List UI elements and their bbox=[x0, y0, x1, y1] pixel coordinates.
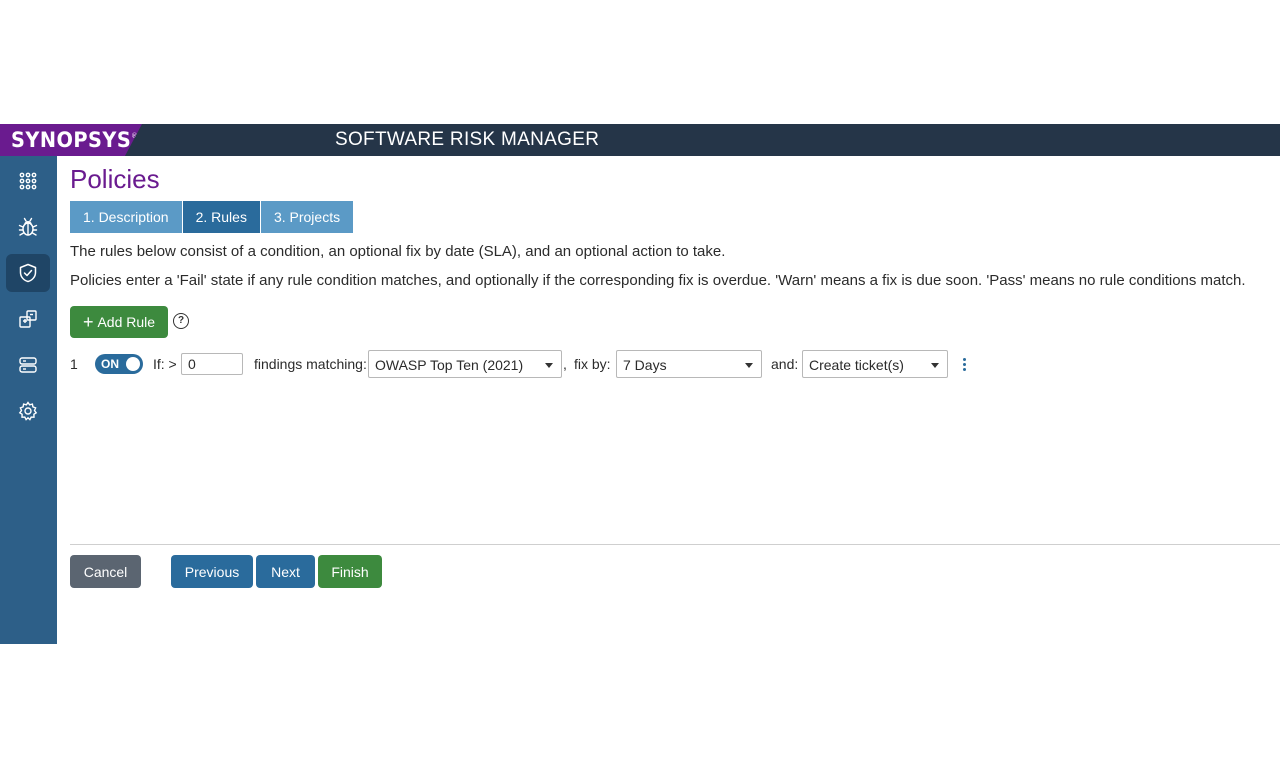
tab-rules[interactable]: 2. Rules bbox=[182, 201, 261, 233]
fixby-label: fix by: bbox=[574, 356, 611, 372]
sidebar-item-policies[interactable] bbox=[6, 254, 50, 292]
fixby-select[interactable]: 7 Days bbox=[616, 350, 762, 378]
page-title: Policies bbox=[70, 164, 160, 194]
rule-row: 1 ON If: > 0 findings matching: OWASP To… bbox=[70, 350, 1270, 378]
if-label: If: > bbox=[153, 356, 177, 372]
findings-label: findings matching: bbox=[254, 356, 367, 372]
rules-description: The rules below consist of a condition, … bbox=[70, 243, 726, 260]
action-select[interactable]: Create ticket(s) bbox=[802, 350, 948, 378]
add-rule-label: Add Rule bbox=[97, 314, 156, 330]
tab-projects[interactable]: 3. Projects bbox=[260, 201, 354, 233]
main-content: Policies 1. Description 2. Rules 3. Proj… bbox=[57, 156, 1280, 644]
help-icon[interactable]: ? bbox=[173, 313, 189, 329]
app-window: SYNOPSYS® SOFTWARE RISK MANAGER Policies… bbox=[0, 124, 1280, 644]
shield-check-icon bbox=[19, 263, 37, 283]
sidebar-item-settings[interactable] bbox=[6, 392, 50, 430]
dashboard-grid-icon bbox=[19, 172, 37, 190]
comma-separator: , bbox=[563, 356, 567, 372]
kebab-dot bbox=[963, 363, 966, 366]
servers-icon bbox=[19, 357, 37, 373]
rule-number: 1 bbox=[70, 356, 78, 372]
caret-down-icon bbox=[745, 363, 753, 368]
policy-state-description: Policies enter a 'Fail' state if any rul… bbox=[70, 272, 1246, 289]
gear-icon bbox=[18, 401, 38, 421]
finish-button[interactable]: Finish bbox=[318, 555, 382, 588]
kebab-dot bbox=[963, 358, 966, 361]
cancel-button[interactable]: Cancel bbox=[70, 555, 141, 588]
caret-down-icon bbox=[931, 363, 939, 368]
sidebar-item-dashboard[interactable] bbox=[6, 162, 50, 200]
sidebar-item-findings[interactable] bbox=[6, 208, 50, 246]
findings-filter-select[interactable]: OWASP Top Ten (2021) bbox=[368, 350, 562, 378]
sidebar-item-integrations[interactable] bbox=[6, 300, 50, 338]
wizard-steps: 1. Description 2. Rules 3. Projects bbox=[70, 201, 354, 233]
bug-icon bbox=[18, 217, 38, 236]
synopsys-logo[interactable]: SYNOPSYS® bbox=[0, 124, 142, 156]
add-rule-button[interactable]: + Add Rule bbox=[70, 306, 168, 338]
caret-down-icon bbox=[545, 363, 553, 368]
threshold-input[interactable]: 0 bbox=[181, 353, 243, 375]
and-label: and: bbox=[771, 356, 799, 372]
action-value: Create ticket(s) bbox=[809, 357, 904, 373]
kebab-dot bbox=[963, 368, 966, 371]
app-title: SOFTWARE RISK MANAGER bbox=[335, 129, 600, 150]
tab-description[interactable]: 1. Description bbox=[70, 201, 183, 233]
logo-text: SYNOPSYS® bbox=[11, 128, 139, 152]
toggle-knob bbox=[126, 357, 140, 371]
rule-more-options-icon[interactable] bbox=[958, 350, 970, 378]
plus-icon: + bbox=[82, 312, 94, 332]
fixby-value: 7 Days bbox=[623, 357, 667, 373]
top-header: SYNOPSYS® SOFTWARE RISK MANAGER bbox=[0, 124, 1280, 156]
toggle-label: ON bbox=[101, 357, 119, 371]
sidebar bbox=[0, 156, 57, 644]
rule-enabled-toggle[interactable]: ON bbox=[95, 354, 143, 374]
integrations-icon bbox=[19, 310, 37, 328]
next-button[interactable]: Next bbox=[256, 555, 315, 588]
sidebar-item-servers[interactable] bbox=[6, 346, 50, 384]
previous-button[interactable]: Previous bbox=[171, 555, 253, 588]
footer-divider bbox=[70, 544, 1280, 545]
findings-filter-value: OWASP Top Ten (2021) bbox=[375, 357, 524, 373]
